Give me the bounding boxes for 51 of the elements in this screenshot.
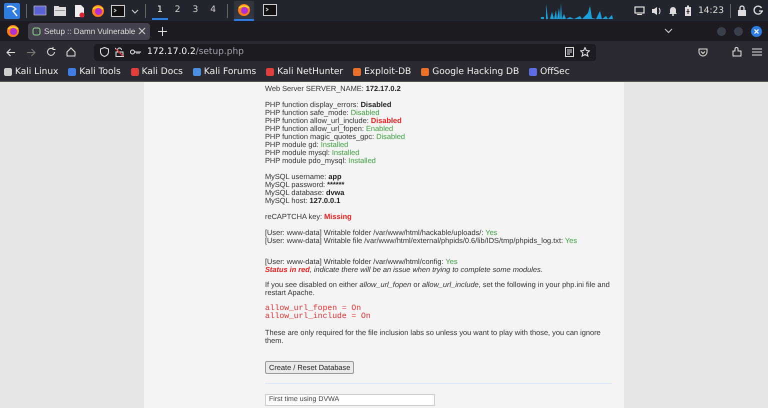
bookmark-link[interactable]: Kali Linux [4, 67, 58, 77]
caret-icon[interactable] [131, 6, 139, 14]
forward-icon[interactable] [26, 48, 36, 56]
insecure-lock-icon[interactable] [115, 47, 124, 57]
shield-icon[interactable] [100, 47, 109, 57]
display-icon[interactable] [634, 6, 646, 16]
star-icon[interactable] [580, 47, 590, 57]
url-host: 172.17.0.2 [147, 47, 196, 57]
workspace-button[interactable]: 3 [187, 2, 204, 20]
chevron-down-icon[interactable] [664, 28, 673, 34]
bookmark-link[interactable]: Kali NetHunter [266, 67, 344, 77]
kali-logo-icon[interactable] [4, 2, 20, 18]
key-icon[interactable] [130, 49, 141, 55]
taskbar-task[interactable] [234, 0, 254, 20]
new-tab-icon[interactable] [158, 26, 168, 36]
lock-icon[interactable] [737, 5, 747, 16]
firefox-icon[interactable] [6, 24, 20, 38]
pocket-icon[interactable] [698, 48, 708, 56]
workspace-button[interactable]: 4 [205, 2, 221, 20]
address-bar[interactable]: 172.17.0.2/setup.php [94, 44, 596, 60]
browser-tab[interactable]: Setup :: Damn Vulnerable [28, 22, 150, 40]
code-text: allow_url_fopen = On allow_url_include = On [265, 305, 372, 321]
extensions-icon[interactable] [732, 47, 742, 57]
terminal-icon[interactable] [111, 4, 125, 16]
clock: 14:23 [698, 6, 724, 16]
firefox-icon[interactable] [91, 4, 105, 18]
close-icon[interactable] [138, 27, 146, 35]
document-icon[interactable] [73, 4, 85, 18]
reader-view-icon[interactable] [565, 47, 574, 57]
close-window-icon[interactable] [751, 26, 762, 36]
battery-icon[interactable] [684, 4, 692, 16]
desktop-icon[interactable] [33, 4, 47, 16]
menu-icon[interactable] [752, 48, 762, 56]
workspace-button[interactable]: 2 [170, 2, 186, 20]
back-icon[interactable] [6, 48, 16, 56]
home-icon[interactable] [66, 47, 76, 57]
firefox-icon[interactable] [236, 2, 251, 16]
page-icon [32, 26, 41, 36]
bookmark-link[interactable]: Exploit-DB [353, 67, 412, 77]
url-path: /setup.php [196, 47, 244, 57]
bookmark-link[interactable]: OffSec [529, 67, 570, 77]
reload-icon[interactable] [46, 47, 56, 57]
terminal-icon[interactable] [262, 4, 277, 16]
power-icon[interactable] [753, 5, 764, 16]
bookmark-link[interactable]: Kali Tools [68, 67, 121, 77]
volume-icon[interactable] [651, 6, 662, 16]
bookmark-link[interactable]: Kali Docs [130, 67, 183, 77]
bookmark-link[interactable]: Kali Forums [192, 67, 256, 77]
notification-bell-icon[interactable] [668, 5, 678, 16]
folder-icon[interactable] [53, 4, 67, 16]
bookmark-link[interactable]: Google Hacking DB [421, 67, 520, 77]
